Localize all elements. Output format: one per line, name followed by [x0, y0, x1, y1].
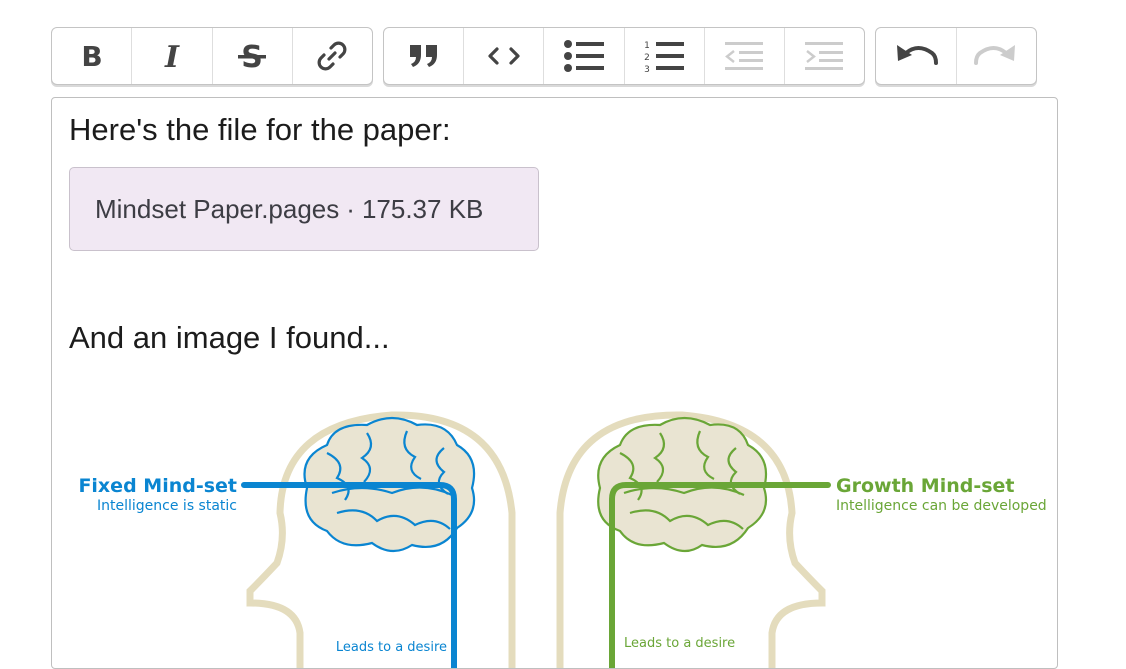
bulleted-list-button[interactable]: [544, 28, 625, 84]
undo-button[interactable]: [876, 28, 957, 84]
fixed-caption: Leads to a desire: [336, 640, 447, 655]
toolbar-format-group: B I S: [51, 27, 373, 85]
bold-button[interactable]: B: [52, 28, 133, 84]
code-button[interactable]: [464, 28, 545, 84]
growth-mindset-subtitle: Intelligence can be developed: [836, 498, 1047, 514]
editor-paragraph-image-intro: And an image I found...: [69, 320, 390, 355]
attachment-filename: Mindset Paper.pages: [95, 193, 340, 224]
outdent-button[interactable]: [705, 28, 785, 84]
undo-icon: [896, 45, 938, 65]
toolbar-block-group: 1 2 3: [383, 27, 865, 85]
mindset-image: Fixed Mind-set Intelligence is static Gr…: [72, 403, 1052, 668]
italic-button[interactable]: I: [132, 28, 213, 84]
strikethrough-button[interactable]: S: [213, 28, 293, 84]
editor-paragraph-intro: Here's the file for the paper:: [69, 112, 451, 147]
code-icon: [488, 47, 520, 65]
fixed-mindset-title: Fixed Mind-set: [78, 475, 237, 497]
italic-icon: I: [164, 41, 180, 71]
indent-icon: [805, 42, 844, 70]
growth-caption: Leads to a desire: [624, 636, 735, 651]
svg-text:1: 1: [644, 41, 650, 51]
svg-text:B: B: [81, 41, 102, 71]
redo-icon: [974, 45, 1016, 65]
link-button[interactable]: [293, 28, 372, 84]
quote-button[interactable]: [384, 28, 465, 84]
link-icon: [317, 41, 347, 71]
svg-text:I: I: [164, 41, 180, 71]
file-attachment[interactable]: Mindset Paper.pages · 175.37 KB: [69, 167, 539, 251]
strikethrough-icon: S: [238, 40, 267, 73]
outdent-icon: [725, 42, 764, 70]
attachment-size: 175.37 KB: [361, 193, 484, 224]
quote-icon: [409, 45, 437, 67]
toolbar-history-group: [875, 27, 1037, 85]
numbered-list-icon: 1 2 3: [644, 41, 685, 73]
numbered-list-button[interactable]: 1 2 3: [625, 28, 705, 84]
attachment-separator: ·: [346, 193, 355, 224]
fixed-mindset-subtitle: Intelligence is static: [97, 498, 237, 514]
redo-button[interactable]: [957, 28, 1037, 84]
editor-content-area[interactable]: Here's the file for the paper: Mindset P…: [51, 97, 1058, 669]
svg-text:3: 3: [644, 65, 650, 73]
indent-button[interactable]: [785, 28, 864, 84]
bold-icon: B: [81, 41, 102, 71]
growth-mindset-title: Growth Mind-set: [836, 475, 1015, 497]
bulleted-list-icon: [563, 40, 604, 72]
svg-text:2: 2: [644, 53, 650, 63]
